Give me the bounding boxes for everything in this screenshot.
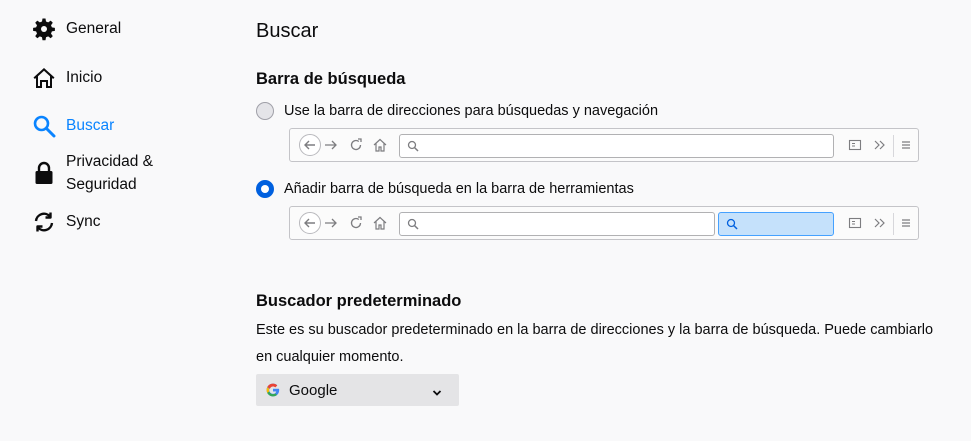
toolbar-divider xyxy=(893,135,894,157)
chevron-down-icon xyxy=(432,385,442,403)
reload-icon xyxy=(349,138,363,152)
forward-arrow-icon xyxy=(324,138,338,152)
reader-icon xyxy=(848,216,862,230)
search-engine-dropdown[interactable]: Google xyxy=(256,374,459,406)
menu-icon xyxy=(899,138,913,152)
home-icon xyxy=(373,138,387,152)
sidebar-item-label: General xyxy=(66,20,122,37)
reader-icon xyxy=(848,138,862,152)
radio-label: Añadir barra de búsqueda en la barra de … xyxy=(284,181,634,197)
dropdown-selected-value: Google xyxy=(289,381,338,399)
forward-arrow-icon xyxy=(324,216,338,230)
address-bar-preview xyxy=(399,212,715,236)
default-engine-heading: Buscador predeterminado xyxy=(256,292,462,310)
home-icon xyxy=(32,66,56,90)
gear-icon xyxy=(32,17,56,41)
toolbar-preview-address-only xyxy=(289,128,919,162)
sidebar-item-sync[interactable]: Sync xyxy=(32,210,100,234)
back-arrow-icon xyxy=(299,212,321,234)
overflow-chevron-icon xyxy=(873,138,887,152)
search-bar-heading: Barra de búsqueda xyxy=(256,70,406,88)
search-bar-preview xyxy=(718,212,834,236)
toolbar-divider xyxy=(893,213,894,235)
sidebar: General Inicio Buscar Privacidad & Segur… xyxy=(0,0,230,441)
google-icon xyxy=(266,383,280,397)
sidebar-item-buscar[interactable]: Buscar xyxy=(32,114,114,138)
sidebar-item-privacy[interactable]: Privacidad & Seguridad xyxy=(32,150,153,196)
default-engine-description: Este es su buscador predeterminado en la… xyxy=(256,322,934,365)
overflow-chevron-icon xyxy=(873,216,887,230)
sync-icon xyxy=(32,210,56,234)
lock-icon xyxy=(32,161,56,185)
reload-icon xyxy=(349,216,363,230)
sidebar-item-label: Inicio xyxy=(66,69,103,86)
sidebar-item-label: Buscar xyxy=(66,117,115,134)
page-title: Buscar xyxy=(256,20,319,42)
toolbar-preview-with-search xyxy=(289,206,919,240)
radio-add-search-bar[interactable]: Añadir barra de búsqueda en la barra de … xyxy=(256,180,634,198)
sidebar-item-inicio[interactable]: Inicio xyxy=(32,66,102,90)
address-bar-preview xyxy=(399,134,834,158)
back-arrow-icon xyxy=(299,134,321,156)
radio-button-checked[interactable] xyxy=(256,180,274,198)
menu-icon xyxy=(899,216,913,230)
sidebar-item-label: Sync xyxy=(66,213,101,230)
radio-use-address-bar[interactable]: Use la barra de direcciones para búsqued… xyxy=(256,102,658,120)
sidebar-item-label: Privacidad & Seguridad xyxy=(66,153,154,193)
radio-button[interactable] xyxy=(256,102,274,120)
sidebar-item-general[interactable]: General xyxy=(32,17,121,41)
search-icon xyxy=(32,114,56,138)
radio-label: Use la barra de direcciones para búsqued… xyxy=(284,103,659,119)
home-icon xyxy=(373,216,387,230)
